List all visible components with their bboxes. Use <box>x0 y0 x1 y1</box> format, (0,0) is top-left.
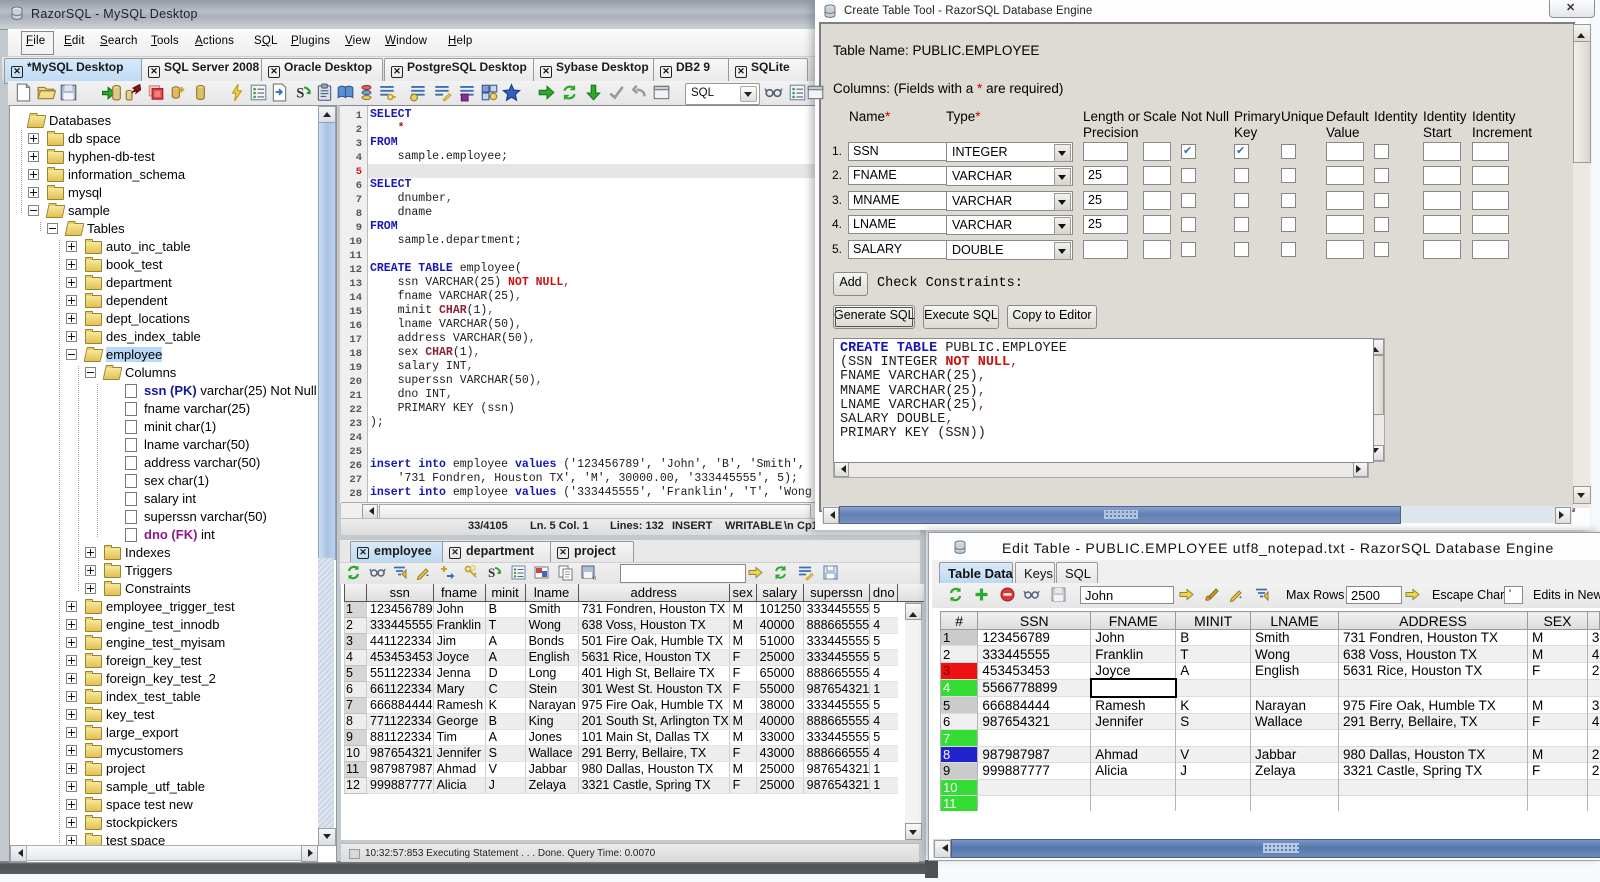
svg-text:S: S <box>488 565 495 580</box>
svg-text:S: S <box>296 86 304 102</box>
